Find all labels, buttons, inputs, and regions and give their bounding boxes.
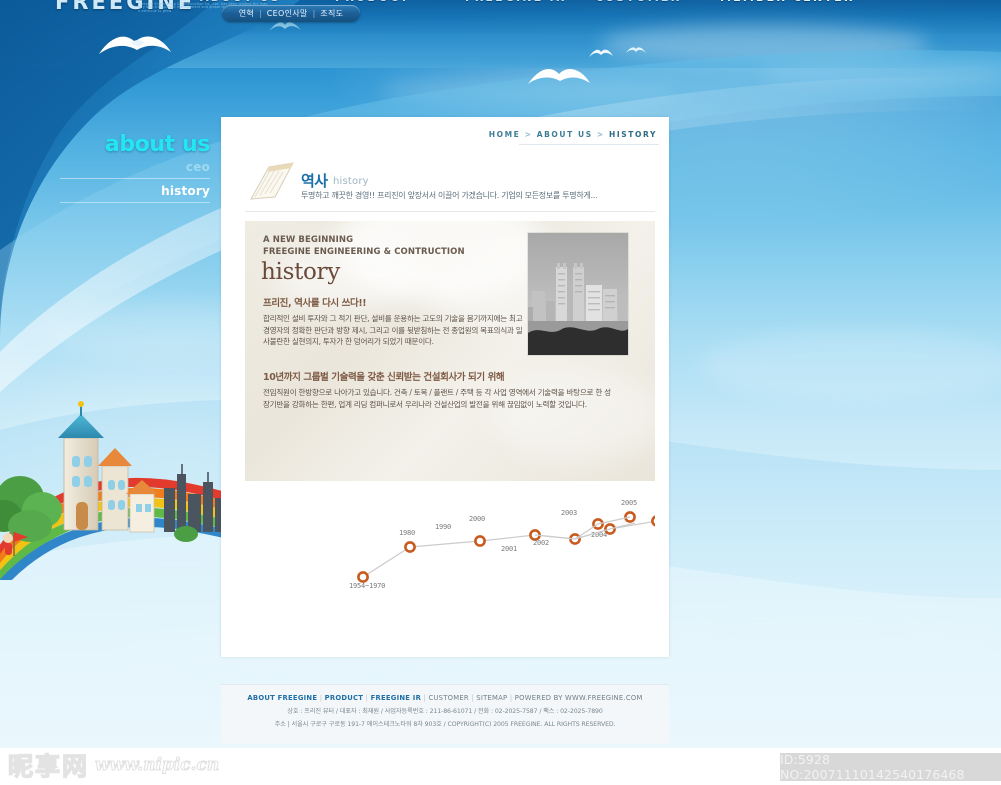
feature-title: history — [261, 259, 340, 285]
sidebar: about us ceo history — [60, 132, 210, 206]
feature-subhead-2: 10년까지 그룹벌 기술력을 갖춘 신뢰받는 건설회사가 되기 위해 — [263, 372, 505, 383]
breadcrumb-separator: > — [524, 130, 533, 139]
breadcrumb: HOME > ABOUT US > HISTORY — [489, 130, 657, 139]
page-root: FREEGINE Freegine Engineering & Construc… — [0, 0, 1001, 785]
timeline-node — [404, 541, 416, 553]
breadcrumb-item-history: HISTORY — [609, 130, 657, 139]
footer-company-info: 상호 : 프리진 뷰터 / 대표자 : 최재원 / 사업자등록번호 : 211-… — [287, 708, 603, 715]
timeline-node — [569, 533, 581, 545]
timeline-svg — [357, 514, 736, 583]
sidebar-item-history[interactable]: history — [60, 182, 210, 200]
footer-powered-by: POWERED BY WWW.FREEGINE.COM — [514, 694, 643, 702]
footer-separator: | — [471, 694, 474, 702]
footer-link-freegine-ir[interactable]: FREEGINE IR — [371, 694, 421, 702]
house-icon — [126, 480, 158, 533]
nav-item-member-center[interactable]: MEMBER CENTER — [720, 0, 855, 4]
timeline-node — [357, 571, 369, 583]
footer-separator: | — [423, 694, 427, 702]
sidebar-title: about us — [104, 132, 211, 157]
timeline-node — [474, 535, 486, 547]
timeline-label-2000: 2000 — [469, 515, 486, 523]
seagull-icon — [99, 36, 171, 54]
subnav-separator: | — [259, 9, 262, 18]
subnav-item-history[interactable]: 연혁 — [239, 8, 254, 19]
timeline-label-2005: 2005 — [621, 499, 638, 507]
feature-box: A NEW BEGINNING FREEGINE ENGINEERING & C… — [245, 221, 655, 481]
timeline-label-2002: 2002 — [533, 539, 550, 547]
nav-item-freegine-ir[interactable]: FREEGINE IR — [465, 0, 566, 4]
timeline-label-2004: 2004 — [591, 531, 608, 539]
page-title-ko: 역사 — [301, 172, 328, 190]
castle-tower-secondary — [98, 448, 132, 531]
subnav-item-organization[interactable]: 조직도 — [320, 8, 343, 19]
feature-kicker: A NEW BEGINNING FREEGINE ENGINEERING & C… — [263, 235, 465, 258]
nav-item-product[interactable]: PRODUCT — [335, 0, 410, 4]
subnav-item-ceo-greeting[interactable]: CEO인사말 — [267, 8, 308, 19]
content-panel: HOME > ABOUT US > HISTORY 역사 history 투명하… — [221, 117, 736, 657]
top-navigation: FREEGINE Freegine Engineering & Construc… — [0, 0, 1001, 22]
breadcrumb-item-about-us[interactable]: ABOUT US — [537, 130, 593, 139]
breadcrumb-item-home[interactable]: HOME — [489, 130, 521, 139]
timeline-label-1954-1970: 1954~1970 — [349, 582, 386, 590]
seagull-icon — [589, 49, 613, 57]
city-skyline-photo — [528, 233, 628, 355]
page-title-en: history — [333, 176, 369, 187]
footer-separator: | — [365, 694, 369, 702]
bush-icon — [174, 526, 198, 542]
watermark-left: 昵享网 www.nipic.cn — [7, 750, 238, 781]
timeline-label-1980: 1980 — [399, 529, 416, 537]
watermark-id-badge: ID:5928 NO:20071110142540176468 — [780, 752, 1001, 782]
footer-separator: | — [319, 694, 323, 702]
sidebar-divider — [60, 178, 210, 179]
page-description: 투명하고 깨끗한 경영!! 프리진이 앞장서서 이끌어 가겠습니다. 기업의 모… — [301, 191, 598, 200]
header-divider — [245, 211, 655, 212]
subnav-separator: | — [312, 9, 316, 18]
nav-item-customer[interactable]: CUSTOMER — [595, 0, 681, 4]
timeline-label-2003: 2003 — [561, 509, 578, 517]
sidebar-item-ceo[interactable]: ceo — [60, 158, 210, 176]
feature-body-2: 전임직원이 한방향으로 나아가고 있습니다. 건축 / 토목 / 플랜트 / 주… — [263, 388, 611, 409]
footer-link-product[interactable]: PRODUCT — [325, 694, 364, 702]
sub-navigation: 연혁 | CEO인사말 | 조직도 — [222, 5, 360, 22]
seagull-icon — [528, 68, 590, 84]
seagull-icon — [626, 47, 646, 53]
footer-address: 주소 | 서울시 구로구 구로동 191-7 에이스테크노타워 8차 903호 … — [274, 721, 616, 728]
breadcrumb-divider — [519, 144, 659, 145]
feature-body-1: 합리적인 설비 투자와 그 적기 판단, 설비를 운용하는 고도의 기술을 몸기… — [263, 314, 523, 347]
feature-subhead-1: 프리진, 역사를 다시 쓰다!! — [263, 298, 367, 309]
page-header: 역사 history 투명하고 깨끗한 경영!! 프리진이 앞장서서 이끌어 가… — [245, 159, 655, 207]
footer-link-about-freegine[interactable]: ABOUT FREEGINE — [247, 694, 317, 702]
watermark-logo-text: 昵享网 — [7, 751, 90, 781]
watermark-url: www.nipic.cn — [95, 755, 220, 776]
footer: ABOUT FREEGINE | PRODUCT | FREEGINE IR |… — [221, 684, 669, 744]
cloud-decoration — [495, 371, 655, 461]
feature-kicker-line1: A NEW BEGINNING — [263, 235, 354, 245]
footer-nav: ABOUT FREEGINE | PRODUCT | FREEGINE IR |… — [221, 694, 669, 702]
footer-link-sitemap[interactable]: SITEMAP — [476, 694, 507, 702]
breadcrumb-separator: > — [596, 130, 605, 139]
timeline-node — [651, 515, 663, 527]
timeline-label-1990: 1990 — [435, 523, 452, 531]
history-timeline-chart: 1954~1970 1980 1990 2000 2001 2002 2003 … — [245, 485, 736, 595]
notebook-icon — [250, 162, 294, 200]
nav-item-about-us[interactable]: ABOUT US — [200, 0, 281, 4]
timeline-label-2001: 2001 — [501, 545, 518, 553]
sidebar-divider — [60, 202, 210, 203]
footer-link-customer[interactable]: CUSTOMER — [428, 694, 468, 702]
feature-kicker-line2: FREEGINE ENGINEERING & CONTRUCTION — [263, 246, 465, 257]
footer-separator: | — [509, 694, 513, 702]
castle-tower — [58, 401, 104, 531]
